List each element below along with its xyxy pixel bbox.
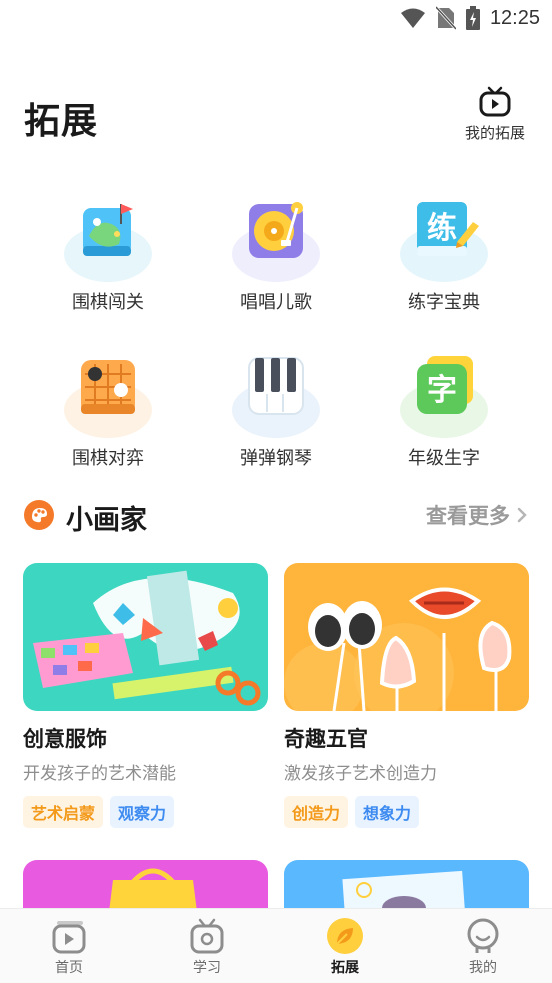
bottom-nav: 首页 学习 拓展 我的 [0, 908, 552, 983]
character-card-icon: 字 [399, 352, 489, 440]
feature-piano[interactable]: 弹弹钢琴 [192, 352, 360, 470]
my-extension-label: 我的拓展 [464, 124, 525, 142]
tag: 创造力 [284, 796, 349, 828]
play-window-icon [52, 921, 86, 954]
palette-icon [24, 500, 54, 530]
feature-nursery-rhymes[interactable]: 唱唱儿歌 [192, 196, 360, 314]
tag-list: 创造力 想象力 [284, 796, 529, 828]
section-title: 小画家 [66, 505, 147, 536]
writing-book-icon: 练 [399, 196, 489, 284]
nav-label: 学习 [193, 960, 221, 976]
feature-grid: 围棋闯关 唱唱儿歌 练 练字宝典 围棋对弈 弹弹钢琴 字 年级生字 [24, 196, 528, 470]
chevron-right-icon [517, 507, 527, 523]
go-map-icon [63, 196, 153, 284]
my-extension-button[interactable]: 我的拓展 [460, 86, 530, 143]
card-creative-clothing[interactable]: 创意服饰 开发孩子的艺术潜能 艺术启蒙 观察力 [23, 563, 268, 828]
nav-home[interactable]: 首页 [0, 909, 138, 983]
nav-study[interactable]: 学习 [138, 909, 276, 983]
leaf-circle-icon [327, 918, 363, 954]
no-sim-icon [435, 6, 456, 30]
tv-icon [479, 86, 511, 117]
card-title: 奇趣五官 [284, 727, 368, 751]
card-funny-face[interactable]: 奇趣五官 激发孩子艺术创造力 创造力 想象力 [284, 563, 529, 828]
svg-text:字: 字 [427, 373, 457, 408]
nav-extension[interactable]: 拓展 [276, 909, 414, 983]
battery-charging-icon [465, 6, 480, 30]
feature-label: 年级生字 [408, 448, 480, 469]
tag-list: 艺术启蒙 观察力 [23, 796, 268, 828]
see-more-link[interactable]: 查看更多 [426, 500, 528, 530]
card-image [23, 563, 268, 711]
see-more-label: 查看更多 [426, 504, 510, 528]
record-player-icon [231, 196, 321, 284]
tag: 观察力 [110, 796, 175, 828]
piano-icon [231, 352, 321, 440]
nav-label: 首页 [55, 960, 83, 976]
feature-go-match[interactable]: 围棋对弈 [24, 352, 192, 470]
nav-label: 我的 [469, 960, 497, 976]
feature-label: 唱唱儿歌 [240, 292, 312, 313]
wifi-icon [400, 8, 425, 28]
tv-flower-icon [190, 918, 224, 954]
nav-profile[interactable]: 我的 [414, 909, 552, 983]
page-title: 拓展 [24, 101, 99, 142]
card-grid: 创意服饰 开发孩子的艺术潜能 艺术启蒙 观察力 奇趣五官 激发孩子艺术创造力 创… [23, 563, 529, 828]
card-title: 创意服饰 [23, 727, 107, 751]
feature-label: 弹弹钢琴 [240, 448, 312, 469]
feature-go-levels[interactable]: 围棋闯关 [24, 196, 192, 314]
card-desc: 开发孩子的艺术潜能 [23, 764, 176, 784]
feature-label: 围棋对弈 [72, 448, 144, 469]
svg-text:练: 练 [427, 211, 457, 246]
section-header: 小画家 查看更多 [24, 496, 528, 536]
face-icon [467, 918, 499, 953]
feature-handwriting[interactable]: 练 练字宝典 [360, 196, 528, 314]
feature-label: 练字宝典 [408, 292, 480, 313]
tag: 艺术启蒙 [23, 796, 104, 828]
card-image [284, 563, 529, 711]
status-time: 12:25 [489, 6, 540, 29]
feature-grade-characters[interactable]: 字 年级生字 [360, 352, 528, 470]
feature-label: 围棋闯关 [72, 292, 144, 313]
go-board-icon [63, 352, 153, 440]
card-desc: 激发孩子艺术创造力 [284, 764, 437, 784]
status-bar: 12:25 [0, 0, 552, 38]
tag: 想象力 [355, 796, 420, 828]
nav-label: 拓展 [331, 960, 359, 976]
